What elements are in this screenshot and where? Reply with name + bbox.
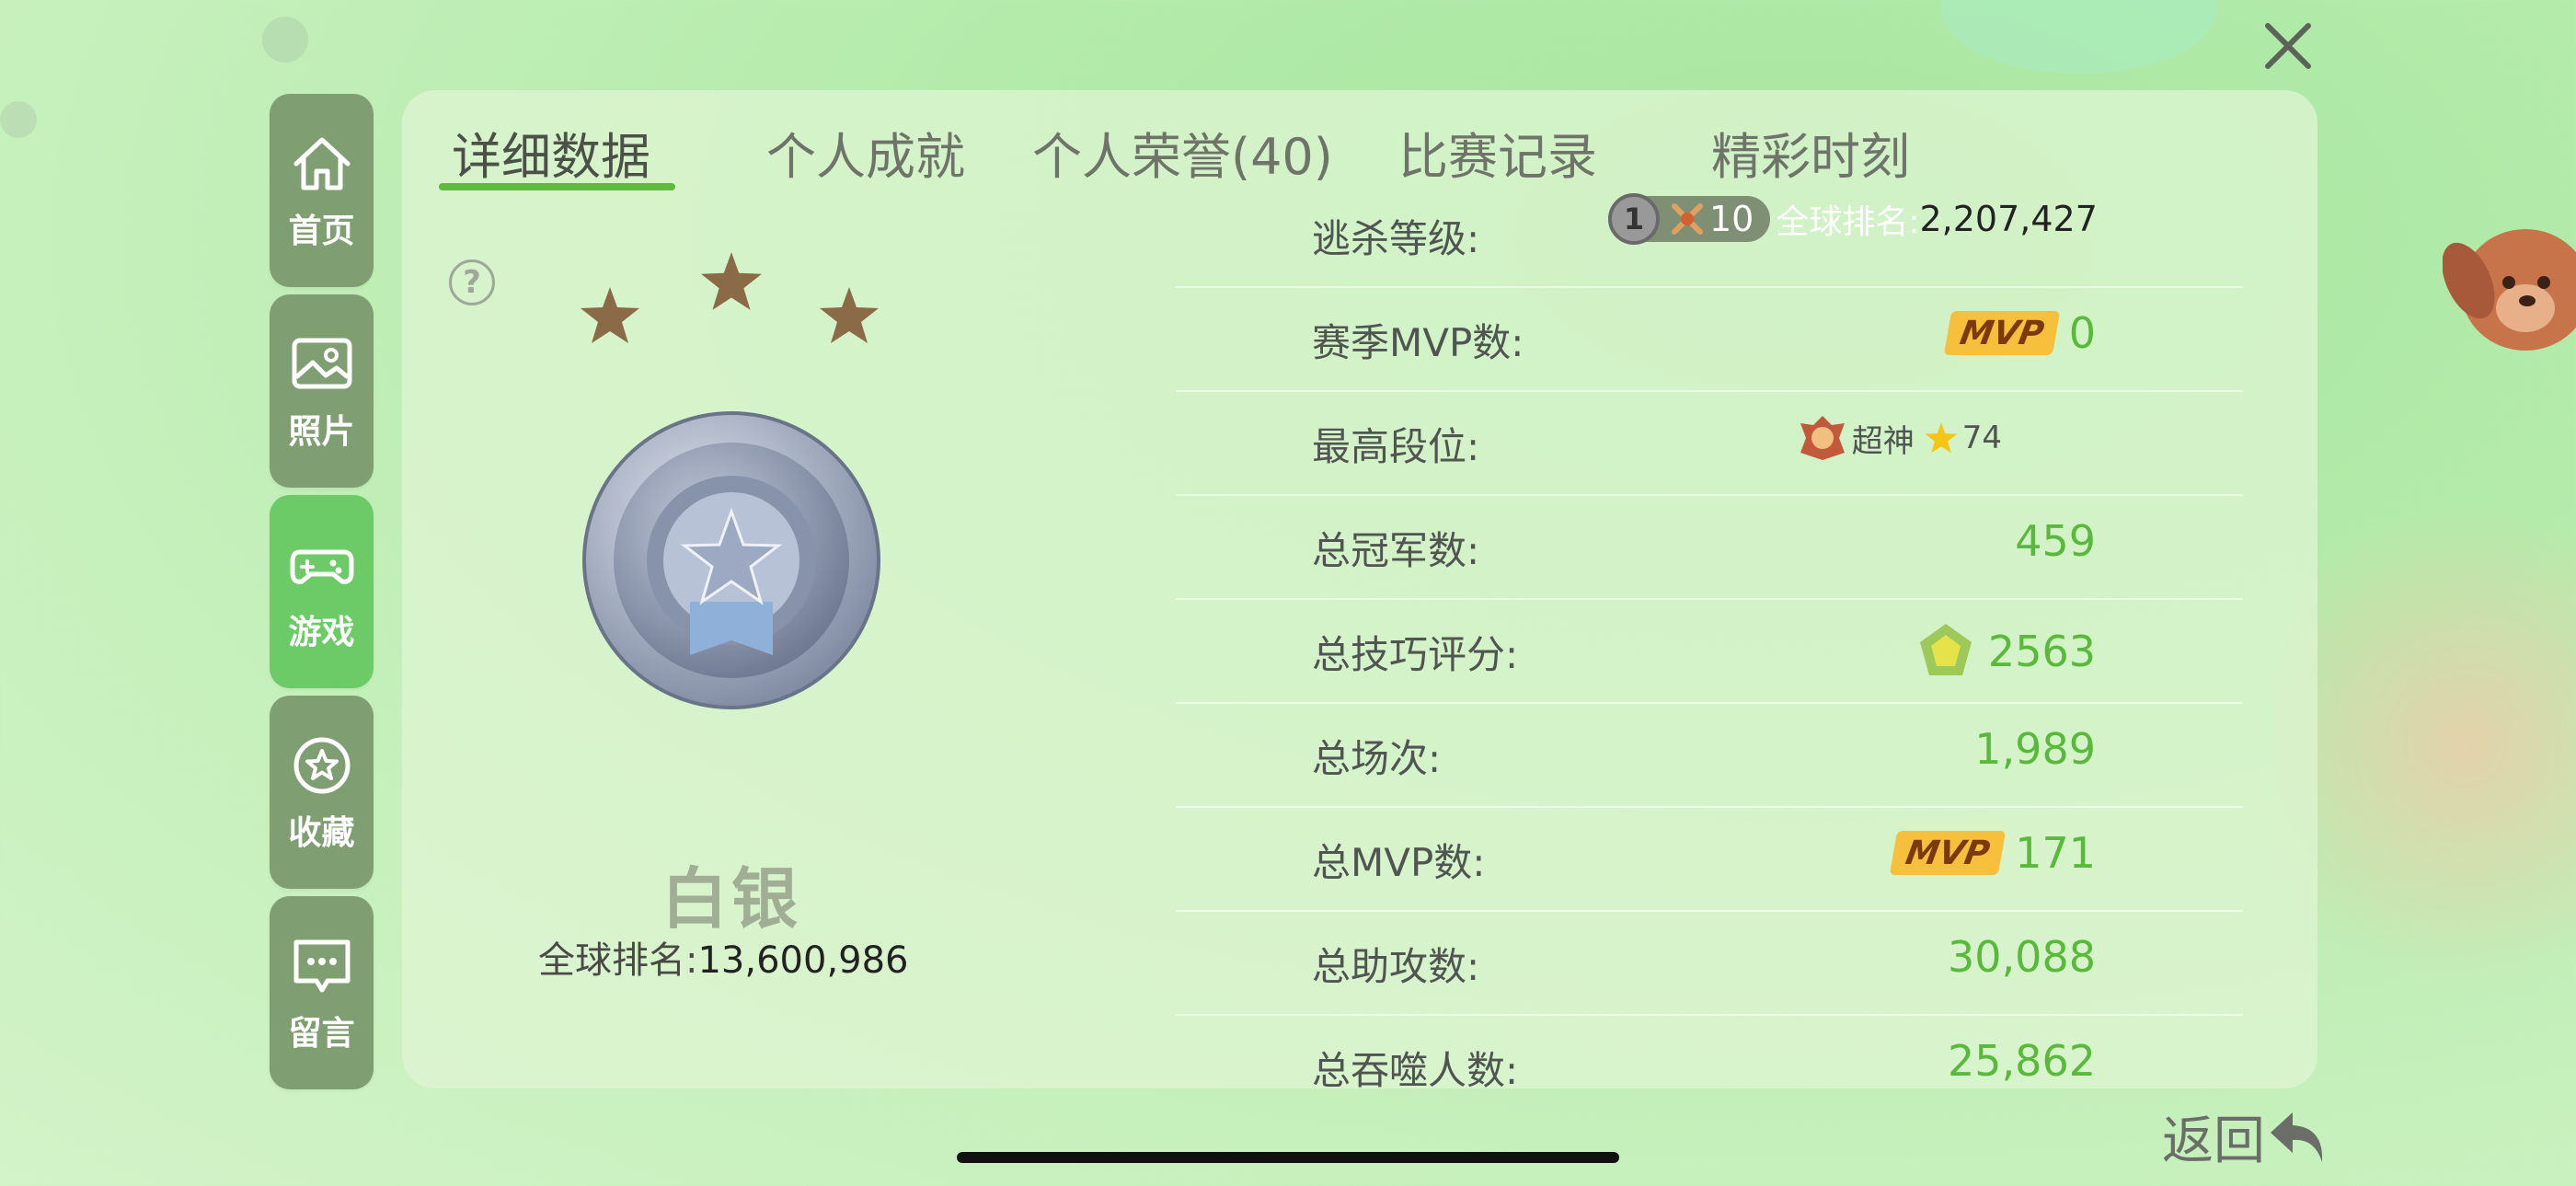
stats-list: 逃杀等级: 1 10 全球排名: 2,207,427 赛季MVP数: MVP 0 … [1176, 184, 2243, 1120]
mvp-badge: MVP [1943, 311, 2060, 355]
close-icon [2265, 23, 2311, 69]
stat-label: 总技巧评分: [1312, 632, 1519, 677]
stat-value: 25,862 [1948, 1036, 2096, 1086]
sidebar-item-label: 游戏 [288, 614, 355, 651]
stat-label: 总冠军数: [1312, 528, 1480, 573]
stat-row-championships: 总冠军数: 459 [1176, 496, 2243, 600]
stat-label: 最高段位: [1312, 424, 1480, 469]
photo-icon [292, 338, 351, 389]
level-medal-icon: 1 [1608, 193, 1660, 245]
stat-row-total-mvp: 总MVP数: MVP 171 [1176, 808, 2243, 912]
level-number: 10 [1709, 199, 1754, 239]
stat-value: 30,088 [1948, 932, 2096, 982]
stat-value: 171 [2015, 828, 2096, 878]
tier-stars: 74 [1961, 420, 2002, 456]
stat-value: 2563 [1987, 627, 2096, 676]
star-icon [581, 287, 639, 343]
back-button[interactable]: 返回 [2162, 1100, 2331, 1174]
sidebar-item-photos[interactable]: 照片 [270, 294, 374, 488]
tab-match-history[interactable]: 比赛记录 [1398, 116, 1597, 189]
stat-label: 逃杀等级: [1312, 216, 1480, 261]
global-rank: 全球排名:13,600,986 [538, 930, 909, 984]
level-rank-value: 2,207,427 [1919, 199, 2098, 239]
star-icon [293, 737, 350, 794]
stat-row-skill-score: 总技巧评分: 2563 [1176, 600, 2243, 704]
tab-highlights[interactable]: 精彩时刻 [1711, 116, 1910, 189]
global-rank-label: 全球排名: [538, 939, 698, 982]
help-icon[interactable]: ? [449, 259, 495, 305]
stat-label: 总吞噬人数: [1312, 1048, 1519, 1093]
star-icon [701, 252, 762, 310]
stat-label: 总MVP数: [1312, 840, 1486, 885]
sidebar-item-label: 首页 [288, 213, 355, 250]
tab-honors[interactable]: 个人荣誉(40) [1032, 116, 1333, 189]
tier-name: 超神 [1851, 422, 1915, 460]
tab-details[interactable]: 详细数据 [452, 116, 650, 189]
stat-row-escape-level: 逃杀等级: 1 10 全球排名: 2,207,427 [1176, 184, 2243, 288]
stat-row-assists: 总助攻数: 30,088 [1176, 912, 2243, 1016]
background-bubble [262, 17, 308, 63]
background-bubble [1941, 0, 2217, 74]
mascot-dog-icon[interactable] [2442, 216, 2576, 363]
global-rank-value: 13,600,986 [697, 939, 909, 982]
message-icon [293, 939, 350, 993]
tab-achievements[interactable]: 个人成就 [766, 116, 965, 189]
tab-bar: 详细数据 个人成就 个人荣誉(40) 比赛记录 精彩时刻 [442, 112, 2006, 195]
sidebar: 首页 照片 游戏 收藏 留言 [270, 94, 374, 1097]
close-button[interactable] [2259, 17, 2317, 75]
level-rank-label: 全球排名: [1776, 203, 1920, 241]
back-label: 返回 [2162, 1111, 2265, 1171]
tier-emblem-icon [1800, 416, 1845, 460]
stat-row-devoured: 总吞噬人数: 25,862 [1176, 1016, 2243, 1120]
star-icon [820, 287, 879, 343]
mvp-badge: MVP [1889, 831, 2007, 875]
sidebar-item-home[interactable]: 首页 [270, 94, 374, 287]
background-bubble [2272, 460, 2576, 1031]
home-indicator[interactable] [957, 1152, 1619, 1163]
sidebar-item-label: 照片 [288, 413, 355, 451]
stat-label: 赛季MVP数: [1312, 320, 1524, 365]
stat-row-total-games: 总场次: 1,989 [1176, 704, 2243, 808]
level-badge: 1 10 [1608, 193, 1771, 245]
silver-rank-medal-icon [580, 409, 883, 712]
sidebar-item-label: 留言 [288, 1015, 355, 1053]
gamepad-icon [290, 549, 353, 584]
stat-row-season-mvp: 赛季MVP数: MVP 0 [1176, 288, 2243, 392]
crossed-swords-icon [1672, 203, 1703, 235]
stat-value: 1,989 [1974, 724, 2096, 774]
stat-value: 459 [2015, 516, 2096, 566]
skill-gem-icon [1919, 624, 1972, 675]
star-icon [1925, 422, 1958, 454]
stat-label: 总助攻数: [1312, 944, 1480, 989]
return-arrow-icon [2271, 1111, 2323, 1162]
background-bubble [0, 101, 37, 138]
home-icon [293, 137, 350, 190]
active-tab-indicator [439, 183, 675, 190]
stat-label: 总场次: [1312, 736, 1442, 781]
sidebar-item-games[interactable]: 游戏 [270, 495, 374, 688]
stat-value: 0 [2068, 308, 2096, 358]
stat-row-highest-tier: 最高段位: 超神 74 [1176, 392, 2243, 496]
